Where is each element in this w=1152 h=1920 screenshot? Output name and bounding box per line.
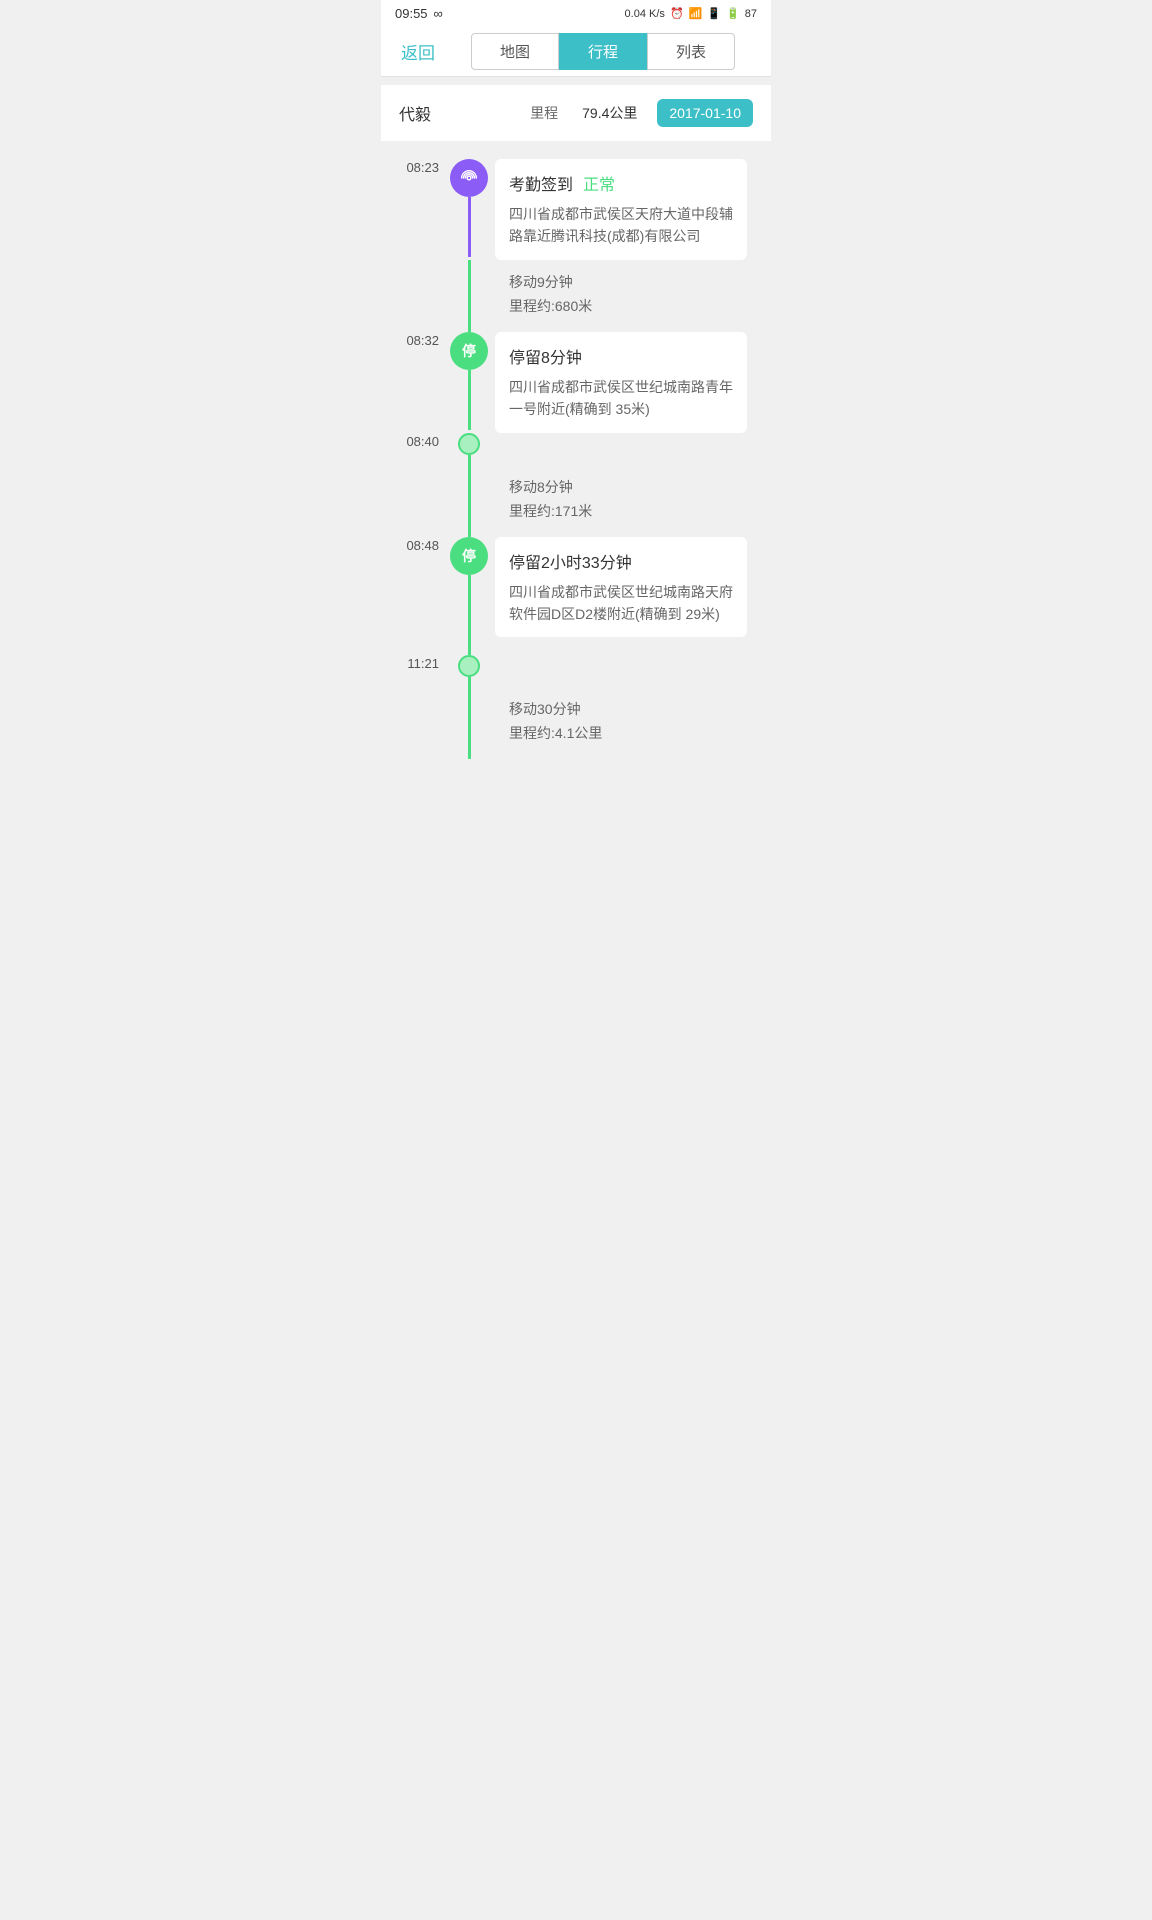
status-bar: 09:55 ∞ 0.04 K/s ⏰ 📶 📱 🔋 87 <box>381 0 771 27</box>
line-movement-3 <box>449 687 489 759</box>
time-08-40: 08:40 <box>381 433 449 449</box>
tab-list[interactable]: 列表 <box>647 33 735 70</box>
nav-bar: 返回 地图 行程 列表 <box>381 27 771 77</box>
timeline: 08:23 考勤签到 <box>381 141 771 789</box>
movement-2: 移动8分钟 里程约:171米 <box>489 465 771 537</box>
line-movement-2 <box>449 465 489 537</box>
fingerprint-icon <box>450 159 488 197</box>
info-bar: 代毅 里程 79.4公里 2017-01-10 <box>381 85 771 141</box>
movement-3: 移动30分钟 里程约:4.1公里 <box>489 687 771 759</box>
tab-trip[interactable]: 行程 <box>559 33 647 70</box>
stop-2-card: 停留2小时33分钟 四川省成都市武侯区世纪城南路天府软件园D区D2楼附近(精确到… <box>489 537 771 638</box>
line-movement-1 <box>449 260 489 332</box>
tab-map[interactable]: 地图 <box>471 33 559 70</box>
node-stop-1: 停 <box>449 332 489 430</box>
time-08-23: 08:23 <box>381 159 449 175</box>
movement-1: 移动9分钟 里程约:680米 <box>489 260 771 332</box>
node-end-stop-2 <box>449 655 489 687</box>
clock-icon: ⏰ <box>670 7 684 20</box>
signal-icon: 📱 <box>707 7 721 20</box>
node-checkin <box>449 159 489 257</box>
driver-name: 代毅 <box>399 101 431 125</box>
time-11-21: 11:21 <box>381 655 449 671</box>
status-loop-icon: ∞ <box>434 6 443 21</box>
mileage-label: 里程 <box>530 103 558 123</box>
battery-level: 87 <box>745 8 757 20</box>
back-button[interactable]: 返回 <box>391 39 445 64</box>
time-08-32: 08:32 <box>381 332 449 348</box>
date-badge: 2017-01-10 <box>657 99 753 127</box>
node-end-stop-1 <box>449 433 489 465</box>
nav-tabs: 地图 行程 列表 <box>445 33 761 70</box>
time-08-48: 08:48 <box>381 537 449 553</box>
status-time: 09:55 <box>395 6 428 21</box>
wifi-icon: 📶 <box>689 7 703 20</box>
node-stop-2: 停 <box>449 537 489 655</box>
status-speed: 0.04 K/s <box>625 8 665 20</box>
mileage-value: 79.4公里 <box>582 103 637 123</box>
stop-1-card: 停留8分钟 四川省成都市武侯区世纪城南路青年一号附近(精确到 35米) <box>489 332 771 433</box>
checkin-card: 考勤签到 正常 四川省成都市武侯区天府大道中段辅路靠近腾讯科技(成都)有限公司 <box>489 159 771 260</box>
battery-icon: 🔋 <box>726 7 740 20</box>
